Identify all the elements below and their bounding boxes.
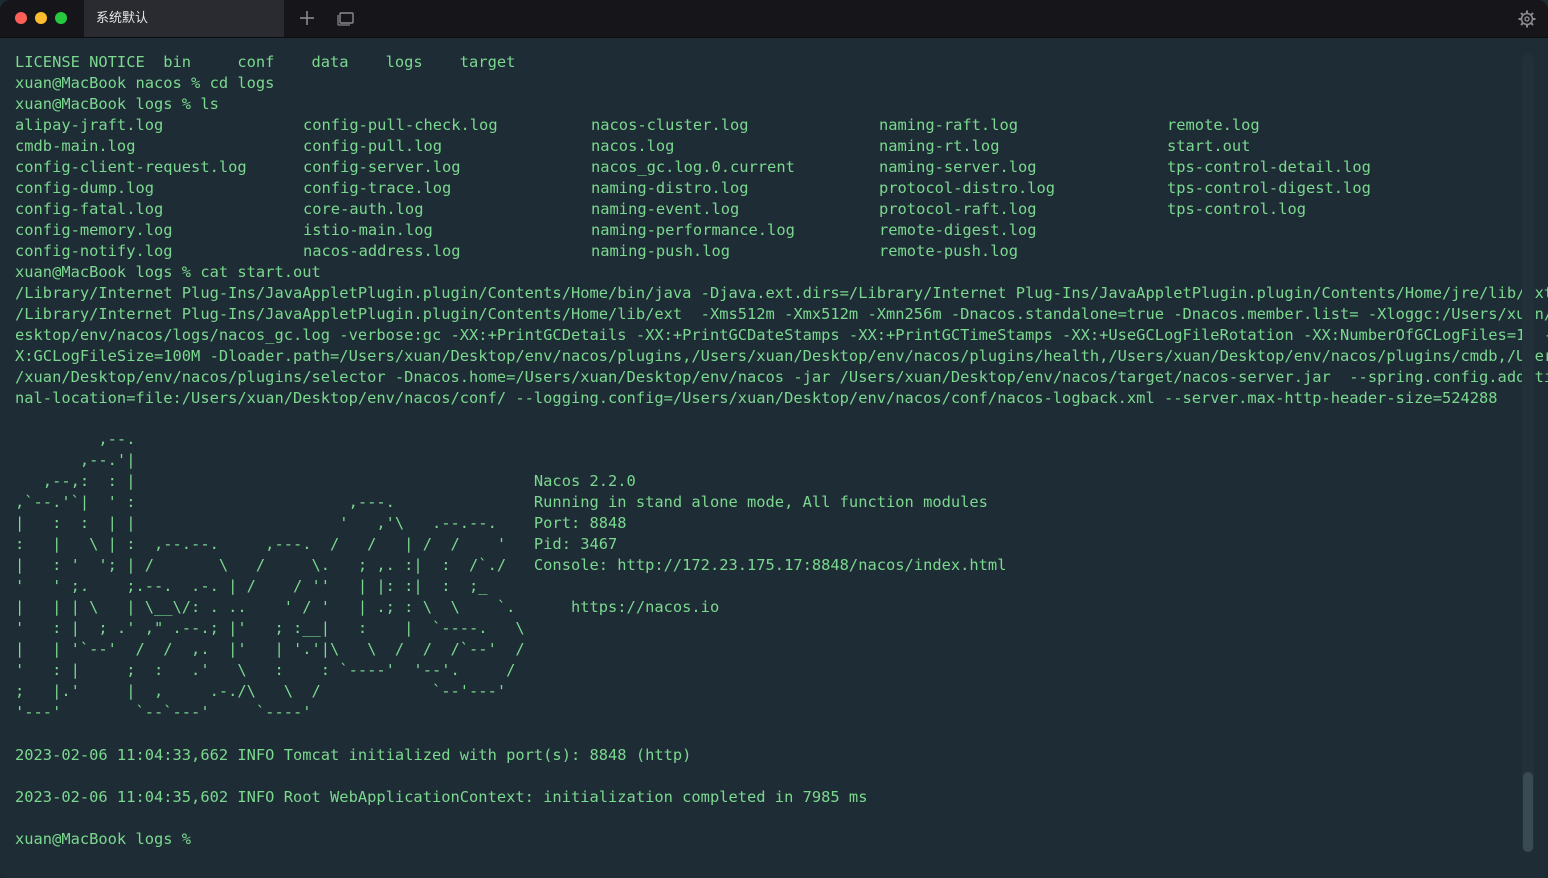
terminal-line: xuan@MacBook nacos % cd logs [15, 74, 275, 92]
scrollbar-track[interactable] [1522, 54, 1534, 852]
file-entry: tps-control.log [1167, 200, 1306, 218]
terminal-line: LICENSE NOTICE bin conf data logs target [15, 53, 516, 71]
shell-prompt[interactable]: xuan@MacBook logs % [15, 829, 200, 850]
tab-default[interactable]: 系统默认 [84, 0, 284, 37]
plus-icon[interactable] [296, 7, 318, 29]
file-entry: protocol-raft.log [879, 200, 1037, 218]
terminal-output[interactable]: LICENSE NOTICE bin conf data logs target… [0, 38, 1548, 878]
file-entry: config-trace.log [303, 179, 452, 197]
terminal-window: 系统默认 LICENSE NOTICE bin conf data logs t… [0, 0, 1548, 878]
file-entry: istio-main.log [303, 221, 433, 239]
terminal-line: esktop/env/nacos/logs/nacos_gc.log -verb… [15, 326, 1548, 344]
file-entry: config-fatal.log [15, 200, 164, 218]
file-entry: remote-push.log [879, 242, 1018, 260]
file-entry: start.out [1167, 137, 1251, 155]
tab-title: 系统默认 [96, 11, 149, 26]
minimize-window-button[interactable] [35, 12, 47, 24]
file-entry: naming-server.log [879, 158, 1037, 176]
file-entry: protocol-distro.log [879, 179, 1056, 197]
log-line: 2023-02-06 11:04:33,662 INFO Tomcat init… [15, 746, 692, 764]
file-entry: naming-performance.log [591, 221, 795, 239]
terminal-line: /Library/Internet Plug-Ins/JavaAppletPlu… [15, 284, 1548, 302]
file-entry: cmdb-main.log [15, 137, 136, 155]
file-entry: naming-rt.log [879, 137, 1000, 155]
file-entry: nacos-cluster.log [591, 116, 749, 134]
file-entry: naming-raft.log [879, 116, 1018, 134]
file-entry: config-pull-check.log [303, 116, 498, 134]
file-entry: tps-control-digest.log [1167, 179, 1371, 197]
title-bar: 系统默认 [0, 0, 1548, 38]
window-icon[interactable] [336, 8, 356, 28]
file-entry: config-server.log [303, 158, 461, 176]
file-entry: nacos-address.log [303, 242, 461, 260]
file-entry: naming-event.log [591, 200, 740, 218]
file-entry: remote-digest.log [879, 221, 1037, 239]
file-entry: config-notify.log [15, 242, 173, 260]
file-entry: alipay-jraft.log [15, 116, 164, 134]
terminal-line: xuan@MacBook logs % cat start.out [15, 263, 321, 281]
file-entry: core-auth.log [303, 200, 424, 218]
scrollbar-thumb[interactable] [1523, 772, 1533, 852]
file-entry: config-memory.log [15, 221, 173, 239]
file-entry: naming-distro.log [591, 179, 749, 197]
terminal-line: nal-location=file:/Users/xuan/Desktop/en… [15, 389, 1498, 407]
terminal-line: xuan@MacBook logs % ls [15, 95, 219, 113]
file-entry: config-pull.log [303, 137, 442, 155]
file-entry: nacos.log [591, 137, 675, 155]
file-entry: remote.log [1167, 116, 1260, 134]
file-entry: config-dump.log [15, 179, 154, 197]
file-entry: config-client-request.log [15, 158, 247, 176]
file-entry: naming-push.log [591, 242, 730, 260]
nacos-ascii-banner: ,--. ,--.'| ,--,: : | Nacos 2.2.0 ,`--.'… [15, 430, 1007, 721]
terminal-line: X:GCLogFileSize=100M -Dloader.path=/User… [15, 347, 1548, 365]
file-entry: tps-control-detail.log [1167, 158, 1371, 176]
file-entry: nacos_gc.log.0.current [591, 158, 795, 176]
terminal-line: /Library/Internet Plug-Ins/JavaAppletPlu… [15, 305, 1548, 323]
gear-icon[interactable] [1517, 9, 1537, 29]
terminal-line: /xuan/Desktop/env/nacos/plugins/selector… [15, 368, 1548, 386]
maximize-window-button[interactable] [55, 12, 67, 24]
log-line: 2023-02-06 11:04:35,602 INFO Root WebApp… [15, 788, 868, 806]
close-window-button[interactable] [15, 12, 27, 24]
